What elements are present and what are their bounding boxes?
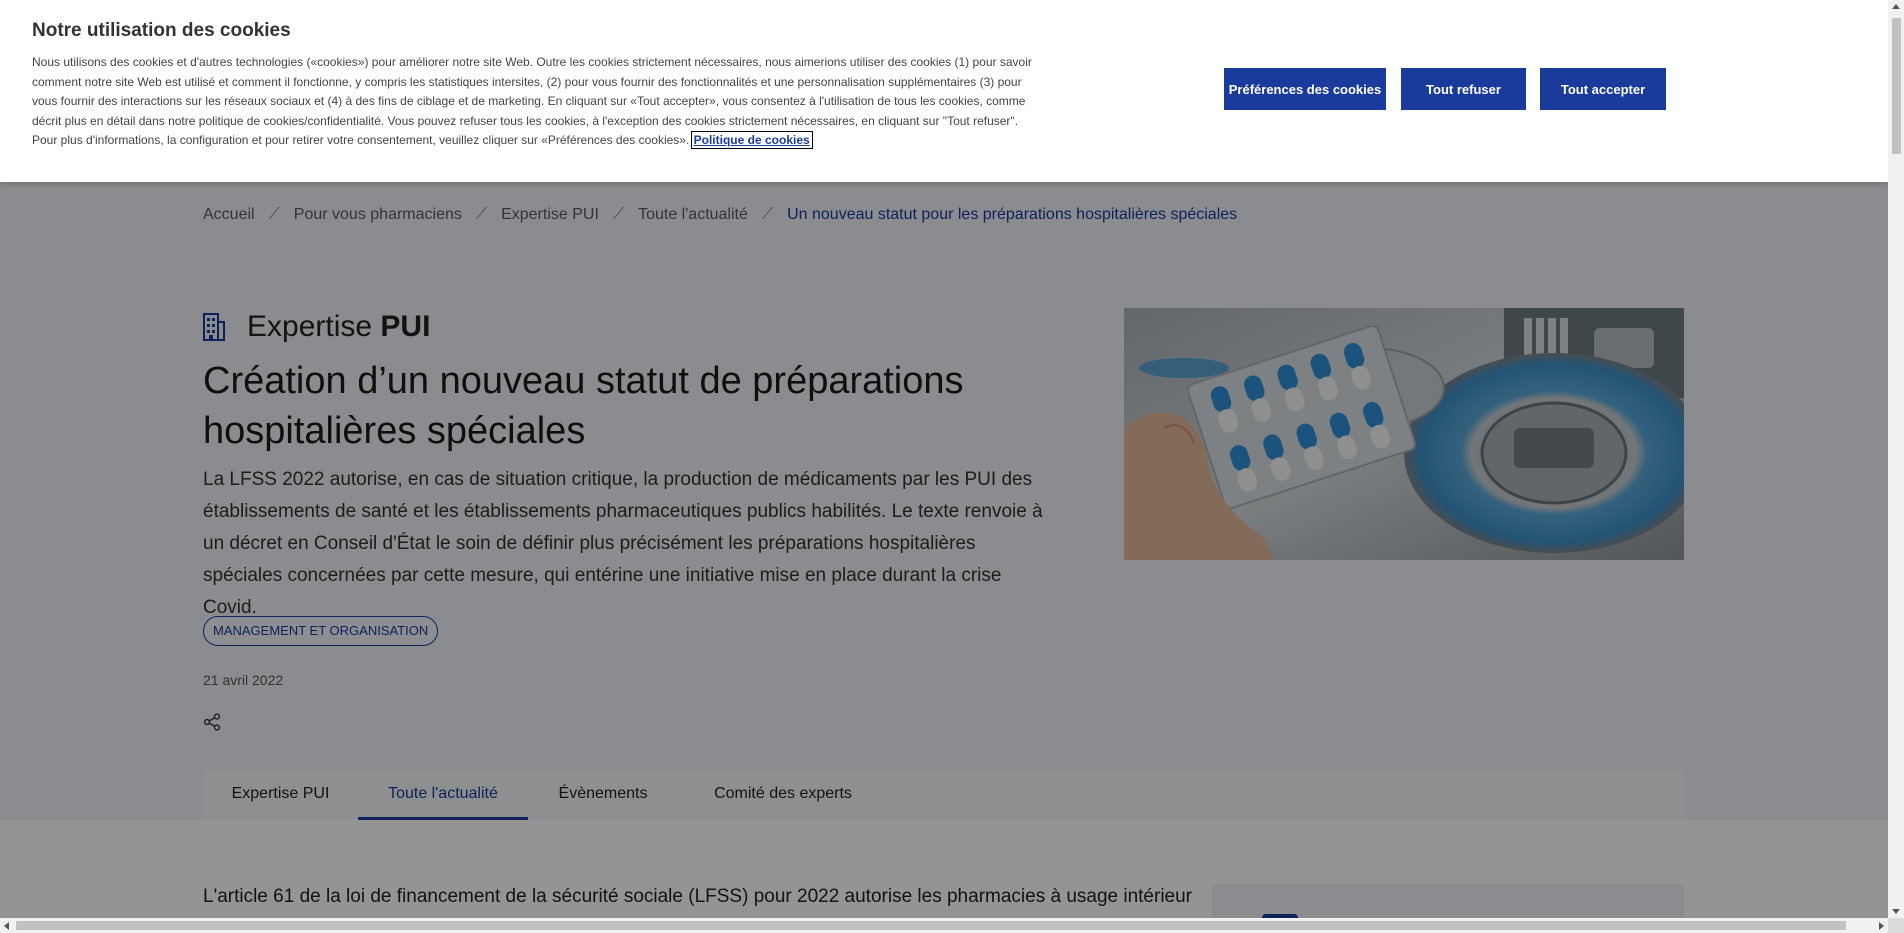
reject-all-button[interactable]: Tout refuser [1401, 68, 1526, 110]
accept-all-button[interactable]: Tout accepter [1540, 68, 1666, 110]
scroll-left-arrow-icon[interactable] [4, 922, 9, 930]
cookie-preferences-button[interactable]: Préférences des cookies [1224, 68, 1386, 110]
cookie-banner-body: Nous utilisons des cookies et d'autres t… [32, 55, 1032, 147]
cookie-policy-link[interactable]: Politique de cookies [690, 131, 813, 149]
cookie-banner-text: Nous utilisons des cookies et d'autres t… [32, 53, 1037, 151]
vertical-scroll-thumb[interactable] [1892, 18, 1901, 154]
horizontal-scroll-thumb[interactable] [16, 921, 1846, 930]
cookie-banner: Notre utilisation des cookies Nous utili… [0, 0, 1888, 182]
scroll-up-arrow-icon[interactable] [1892, 4, 1900, 9]
scrollbar-corner [1888, 918, 1904, 933]
horizontal-scrollbar[interactable] [0, 918, 1888, 933]
vertical-scrollbar[interactable] [1888, 0, 1904, 918]
scroll-right-arrow-icon[interactable] [1879, 922, 1884, 930]
cookie-banner-title: Notre utilisation des cookies [32, 20, 291, 41]
scroll-down-arrow-icon[interactable] [1892, 909, 1900, 914]
